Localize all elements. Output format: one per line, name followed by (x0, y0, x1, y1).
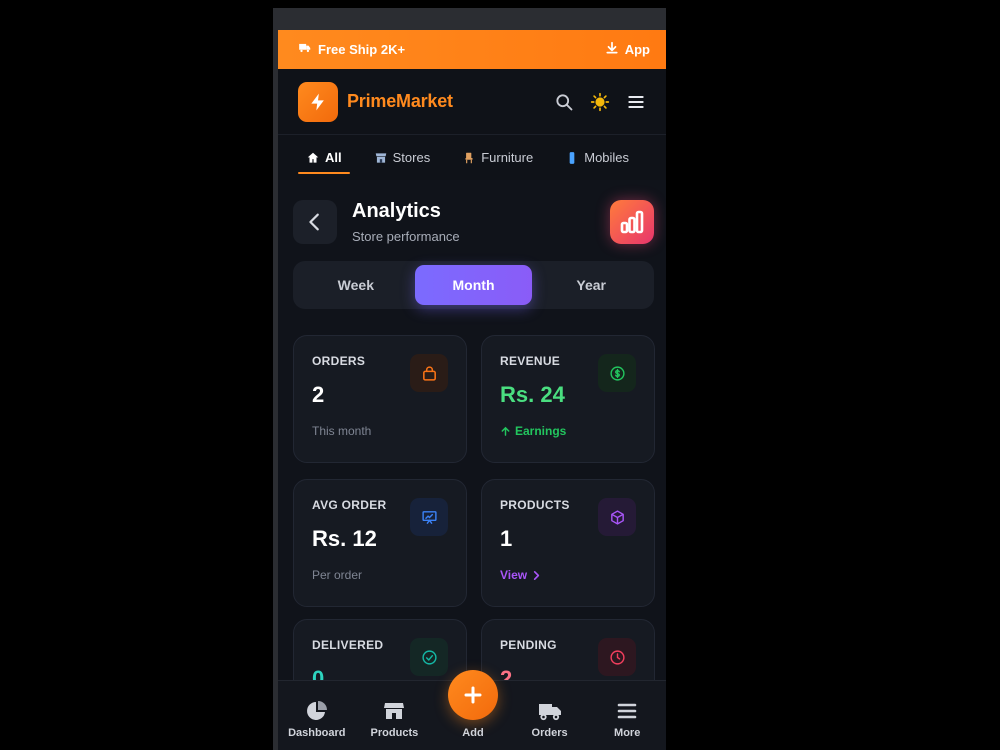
cube-icon (610, 509, 624, 525)
period-selector: Week Month Year (293, 261, 654, 309)
back-button[interactable] (293, 200, 337, 244)
app-header: PrimeMarket (278, 69, 666, 135)
stat-card-orders[interactable]: ORDERS 2 This month (293, 335, 467, 463)
check-circle-icon (421, 649, 437, 665)
period-week[interactable]: Week (297, 265, 415, 305)
search-icon[interactable] (554, 92, 574, 112)
stat-icon-box (598, 354, 636, 392)
stat-icon-box (598, 638, 636, 676)
nav-label: Products (370, 726, 419, 739)
page-title: Analytics (352, 200, 441, 222)
bar-chart-icon (620, 210, 644, 234)
category-tab-stores[interactable]: Stores (366, 135, 439, 180)
logo[interactable] (298, 81, 338, 122)
app-screen: Free Ship 2K+ App PrimeMarket All Stores… (278, 30, 666, 750)
download-icon (605, 41, 619, 58)
analytics-badge (610, 200, 654, 244)
stat-note: Per order (312, 568, 362, 582)
category-tab-mobiles[interactable]: Mobiles (557, 135, 637, 180)
brand-name[interactable]: PrimeMarket (347, 91, 453, 112)
stat-icon-box (410, 498, 448, 536)
app-download-link[interactable]: App (605, 41, 650, 58)
truck-icon (298, 41, 312, 58)
home-icon (307, 152, 319, 163)
theme-toggle-sun-icon[interactable] (590, 92, 610, 112)
nav-orders[interactable]: Orders (511, 693, 589, 739)
category-tab-all[interactable]: All (298, 135, 350, 180)
stat-note-text: Earnings (515, 424, 567, 438)
stat-card-avg-order[interactable]: AVG ORDER Rs. 12 Per order (293, 479, 467, 607)
nav-dashboard[interactable]: Dashboard (278, 693, 356, 739)
category-label: All (325, 150, 342, 165)
stat-note: This month (312, 424, 371, 438)
stat-card-revenue[interactable]: REVENUE Rs. 24 Earnings (481, 335, 655, 463)
nav-more[interactable]: More (588, 693, 666, 739)
period-month[interactable]: Month (414, 265, 533, 305)
stat-value: Rs. 24 (500, 382, 565, 407)
nav-label: More (614, 726, 641, 739)
store-front-icon (384, 702, 405, 719)
stat-icon-box (410, 354, 448, 392)
category-tabs: All Stores Furniture Mobiles (278, 135, 666, 180)
shopping-bag-icon (422, 365, 436, 381)
promo-bar: Free Ship 2K+ App (278, 30, 666, 69)
stat-note-text: This month (312, 424, 372, 438)
period-year[interactable]: Year (532, 265, 650, 305)
category-label: Stores (392, 150, 431, 165)
hamburger-menu-icon[interactable] (626, 92, 646, 112)
dollar-circle-icon (609, 365, 625, 381)
stat-value: 1 (500, 526, 513, 551)
chair-icon (465, 152, 473, 163)
phone-icon (569, 151, 575, 164)
stat-note-text: Per order (312, 568, 363, 582)
category-label: Furniture (481, 150, 534, 165)
stat-icon-box (598, 498, 636, 536)
nav-label: Orders (531, 726, 568, 739)
category-tab-furniture[interactable]: Furniture (454, 135, 541, 180)
stat-value: 2 (312, 382, 325, 407)
free-ship-text: Free Ship 2K+ (318, 42, 406, 57)
add-button[interactable] (448, 670, 498, 720)
view-products-link[interactable]: View (500, 568, 542, 582)
plus-icon (464, 686, 482, 704)
delivery-truck-icon (538, 703, 561, 720)
pie-chart-icon (306, 700, 327, 720)
presentation-chart-icon (421, 510, 437, 524)
stat-card-products[interactable]: PRODUCTS 1 View (481, 479, 655, 607)
arrow-up-icon (501, 426, 510, 436)
stat-note-text: View (500, 568, 528, 582)
phone-frame: Free Ship 2K+ App PrimeMarket All Stores… (273, 8, 666, 750)
app-text: App (624, 42, 650, 57)
lightning-icon (311, 93, 324, 110)
stat-icon-box (410, 638, 448, 676)
chevron-right-icon (533, 570, 540, 580)
page-subtitle: Store performance (352, 229, 460, 244)
store-icon (375, 152, 386, 163)
add-label: Add (462, 727, 484, 739)
free-ship-banner[interactable]: Free Ship 2K+ (298, 41, 405, 58)
stat-value: Rs. 12 (312, 526, 377, 551)
menu-lines-icon (617, 703, 637, 718)
nav-label: Dashboard (288, 726, 346, 739)
chevron-left-icon (309, 213, 319, 231)
clock-icon (609, 649, 625, 665)
nav-products[interactable]: Products (356, 693, 434, 739)
category-label: Mobiles (584, 150, 630, 165)
stat-note: Earnings (500, 424, 566, 438)
